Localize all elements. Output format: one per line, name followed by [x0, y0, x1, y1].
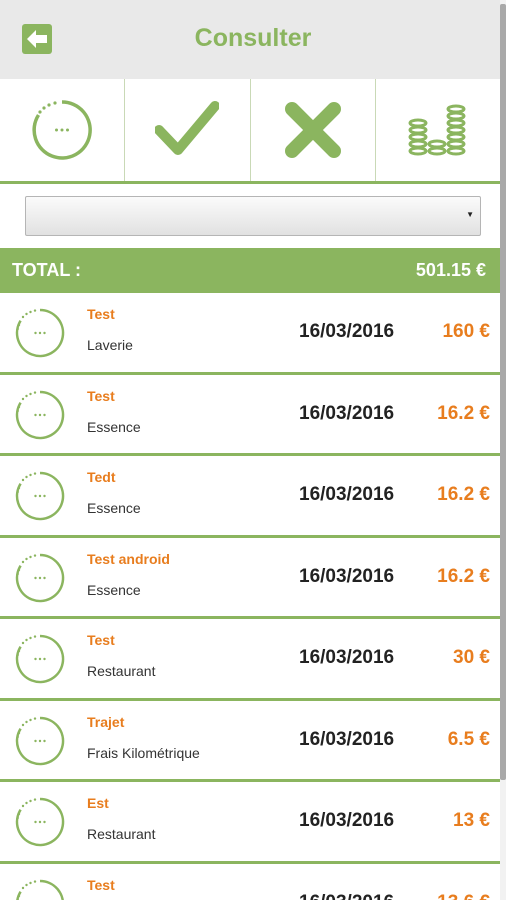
- expense-category: Essence: [87, 418, 141, 435]
- expense-row[interactable]: Test Laverie 16/03/2016 160 €: [0, 293, 500, 375]
- expense-row[interactable]: Trajet Frais Kilométrique 16/03/2016 6.5…: [0, 700, 500, 782]
- expense-amount: 160 €: [442, 321, 490, 342]
- expense-date: 16/03/2016: [299, 892, 394, 900]
- pending-status-icon: [16, 879, 64, 900]
- app-header: Consulter: [0, 0, 506, 79]
- expense-title: Test: [87, 876, 115, 893]
- pending-status-icon: [15, 308, 65, 358]
- expense-row[interactable]: Test android Essence 16/03/2016 16.2 €: [0, 537, 500, 619]
- expense-amount: 6.5 €: [447, 728, 490, 750]
- expense-date: 16/03/2016: [299, 728, 395, 750]
- expense-row[interactable]: Tedt Essence 16/03/2016 16.2 €: [0, 456, 500, 538]
- expense-row[interactable]: Test Restaurant 16/03/2016 30 €: [0, 619, 500, 701]
- coins-icon: [408, 104, 466, 156]
- pending-status-icon: [15, 716, 65, 765]
- total-label: TOTAL :: [12, 260, 81, 280]
- expense-row[interactable]: Test Essence 16/03/2016 16.2 €: [0, 374, 500, 456]
- status-filter-bar: [0, 79, 500, 184]
- caret-down-icon: ▼: [466, 210, 474, 219]
- expense-category: Laverie: [87, 337, 133, 353]
- expense-title: Test: [87, 632, 115, 648]
- expense-amount: 13 €: [453, 810, 490, 831]
- pending-status-icon: [15, 634, 65, 684]
- total-bar: TOTAL : 501.15 €: [0, 248, 500, 293]
- expense-title: Est: [87, 795, 109, 811]
- expense-category: Frais Kilométrique: [87, 744, 200, 761]
- filter-pending-button[interactable]: [0, 79, 126, 181]
- expense-date: 16/03/2016: [299, 565, 395, 587]
- expense-date: 16/03/2016: [299, 810, 395, 831]
- page-title: Consulter: [194, 24, 312, 52]
- period-select[interactable]: ▼: [25, 196, 481, 236]
- expense-row[interactable]: Test 16/03/2016 13.6 €: [0, 863, 500, 900]
- pending-status-icon: [15, 797, 65, 847]
- cross-icon: [284, 102, 341, 158]
- expense-amount: 16.2 €: [437, 484, 490, 505]
- pending-status-icon: [15, 390, 65, 439]
- expense-date: 16/03/2016: [299, 402, 395, 424]
- filter-rejected-button[interactable]: [251, 79, 376, 181]
- pending-circle-icon: [32, 100, 93, 160]
- expense-amount: 30 €: [453, 647, 490, 668]
- expense-category: Restaurant: [87, 663, 156, 679]
- filter-paid-button[interactable]: [376, 79, 500, 181]
- expense-date: 16/03/2016: [299, 647, 395, 668]
- expense-amount: 16.2 €: [437, 565, 490, 587]
- check-icon: [155, 101, 220, 155]
- expense-amount: 16.2 €: [437, 402, 490, 424]
- expense-category: Restaurant: [87, 826, 156, 842]
- expense-row[interactable]: Est Restaurant 16/03/2016 13 €: [0, 782, 500, 864]
- expense-list: Test Laverie 16/03/2016 160 € Test Essen…: [0, 293, 500, 900]
- expense-title: Test android: [87, 550, 170, 567]
- total-value: 501.15 €: [415, 260, 486, 280]
- scrollbar-thumb[interactable]: [500, 4, 506, 780]
- expense-title: Tedt: [87, 469, 116, 485]
- expense-title: Trajet: [87, 713, 125, 730]
- filter-approved-button[interactable]: [125, 79, 251, 181]
- expense-category: Essence: [87, 500, 141, 516]
- expense-date: 16/03/2016: [299, 321, 395, 342]
- expense-amount: 13.6 €: [437, 892, 490, 900]
- expense-category: Essence: [87, 581, 141, 598]
- expense-title: Test: [87, 387, 115, 404]
- scrollbar[interactable]: [500, 0, 506, 900]
- expense-title: Test: [87, 306, 115, 322]
- pending-status-icon: [15, 553, 65, 602]
- pending-status-icon: [15, 471, 65, 521]
- expense-date: 16/03/2016: [299, 484, 395, 505]
